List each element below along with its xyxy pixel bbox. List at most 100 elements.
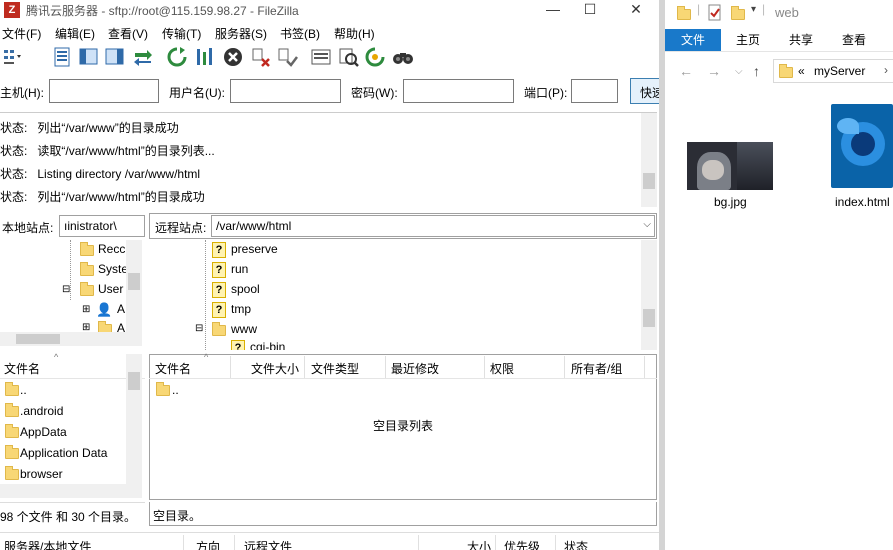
toggle-sync-browsing-icon[interactable] <box>338 46 360 68</box>
menu-edit[interactable]: 编辑(E) <box>55 25 95 42</box>
site-manager-icon[interactable] <box>2 46 24 68</box>
password-input[interactable] <box>403 79 514 103</box>
disconnect-icon[interactable] <box>250 46 272 68</box>
cancel-icon[interactable] <box>222 46 244 68</box>
tree-item[interactable]: cgi-bin <box>250 340 285 350</box>
queue-col-remote-file[interactable]: 远程文件 <box>244 538 292 550</box>
quick-access-dropdown-icon[interactable]: ▾ <box>751 4 756 15</box>
local-tree-hscrollbar[interactable] <box>0 332 142 346</box>
transfer-queue-icon[interactable] <box>132 46 154 68</box>
scrollbar-thumb[interactable] <box>16 334 60 344</box>
recent-locations-icon[interactable]: ⌵ <box>735 66 743 77</box>
file-row[interactable]: AppData <box>20 425 67 439</box>
properties-icon[interactable] <box>707 4 723 22</box>
scrollbar-thumb[interactable] <box>643 309 655 327</box>
address-bar[interactable]: « myServer › <box>773 59 893 83</box>
process-queue-icon[interactable] <box>194 46 216 68</box>
local-directory-tree: Recc Syste ⊟ User ⊞ 👤 A ⊞ A <box>0 240 145 348</box>
scrollbar-thumb[interactable] <box>128 372 140 390</box>
collapse-icon[interactable]: ⊟ <box>62 284 70 295</box>
tab-file[interactable]: 文件 <box>665 29 721 51</box>
file-row[interactable]: .android <box>20 404 63 418</box>
toggle-remote-tree-icon[interactable] <box>104 46 126 68</box>
scrollbar-thumb[interactable] <box>128 273 140 290</box>
remote-site-path[interactable]: /var/www/html ⌵ <box>211 215 655 237</box>
menu-view[interactable]: 查看(V) <box>108 25 148 42</box>
forward-arrow-icon[interactable]: → <box>707 63 721 79</box>
tree-item[interactable]: User <box>98 282 123 296</box>
log-scrollbar[interactable] <box>641 113 657 207</box>
collapse-icon[interactable]: ⊟ <box>195 323 203 334</box>
breadcrumb-myserver[interactable]: myServer <box>814 64 865 78</box>
local-list-scrollbar[interactable] <box>126 354 142 484</box>
log-scrollbar-thumb[interactable] <box>643 173 655 189</box>
file-row[interactable]: browser <box>20 467 63 481</box>
host-input[interactable] <box>49 79 159 103</box>
file-row[interactable]: .. <box>20 383 27 397</box>
chevron-right-icon[interactable]: › <box>884 63 888 77</box>
column-header-filetype[interactable]: 文件类型 <box>311 360 359 377</box>
search-remote-files-icon[interactable] <box>392 46 414 68</box>
file-name[interactable]: index.html <box>835 195 890 209</box>
local-tree-scrollbar[interactable] <box>126 240 142 332</box>
directory-comparison-icon[interactable] <box>364 46 386 68</box>
reconnect-icon[interactable] <box>276 46 298 68</box>
menu-transfer[interactable]: 传输(T) <box>162 25 201 42</box>
file-row[interactable]: Application Data <box>20 446 107 460</box>
close-button[interactable]: ✕ <box>621 0 651 20</box>
username-input[interactable] <box>230 79 341 103</box>
menu-file[interactable]: 文件(F) <box>2 25 41 42</box>
image-thumbnail-icon[interactable] <box>687 142 773 190</box>
breadcrumb-overflow[interactable]: « <box>798 64 805 78</box>
column-header-filesize[interactable]: 文件大小 <box>251 360 299 377</box>
new-folder-icon[interactable] <box>731 6 745 20</box>
queue-col-status[interactable]: 状态 <box>564 538 588 550</box>
column-header-permissions[interactable]: 权限 <box>490 360 514 377</box>
tree-item[interactable]: preserve <box>231 242 278 256</box>
local-site-path[interactable]: ıinistrator\ <box>59 215 145 237</box>
tree-item[interactable]: Recc <box>98 242 125 256</box>
title-separator: | <box>762 2 766 16</box>
column-header-modified[interactable]: 最近修改 <box>391 360 439 377</box>
file-row[interactable]: .. <box>172 383 179 397</box>
menu-server[interactable]: 服务器(S) <box>215 25 267 42</box>
toggle-log-icon[interactable] <box>52 46 74 68</box>
log-line: 状态: 列出“/var/www/html”的目录成功 <box>0 190 205 204</box>
queue-col-size[interactable]: 大小 <box>467 538 491 550</box>
tree-item[interactable]: Syste <box>98 262 128 276</box>
menu-bookmarks[interactable]: 书签(B) <box>280 25 320 42</box>
column-header-filename[interactable]: 文件名 <box>4 360 40 377</box>
expand-icon[interactable]: ⊞ <box>82 304 90 315</box>
chevron-down-icon[interactable]: ⌵ <box>643 219 651 230</box>
minimize-button[interactable]: — <box>538 0 568 20</box>
file-name[interactable]: bg.jpg <box>714 195 747 209</box>
refresh-icon[interactable] <box>166 46 188 68</box>
queue-col-server-local[interactable]: 服务器/本地文件 <box>4 538 91 550</box>
tree-item[interactable]: www <box>231 322 257 336</box>
queue-col-direction[interactable]: 方向 <box>196 538 220 550</box>
maximize-button[interactable]: ☐ <box>575 0 605 20</box>
password-label: 密码(W): <box>351 86 398 100</box>
tree-item[interactable]: tmp <box>231 302 251 316</box>
back-arrow-icon[interactable]: ← <box>679 63 693 79</box>
tab-share[interactable]: 共享 <box>780 29 822 51</box>
tab-home[interactable]: 主页 <box>727 29 769 51</box>
local-list-hscrollbar[interactable] <box>0 484 142 498</box>
up-arrow-icon[interactable]: ↑ <box>753 63 760 79</box>
menu-bar: 文件(F) 编辑(E) 查看(V) 传输(T) 服务器(S) 书签(B) 帮助(… <box>0 23 659 41</box>
port-input[interactable] <box>571 79 618 103</box>
directory-listing-filters-icon[interactable] <box>310 46 332 68</box>
remote-directory-tree: ? preserve ? run ? spool ? tmp ⊟ www ? c… <box>149 240 657 350</box>
tree-item[interactable]: run <box>231 262 248 276</box>
queue-col-priority[interactable]: 优先级 <box>504 538 540 550</box>
quickconnect-button[interactable]: 快速 <box>630 78 659 104</box>
tree-item[interactable]: A <box>117 302 125 316</box>
toggle-local-tree-icon[interactable] <box>78 46 100 68</box>
tab-view[interactable]: 查看 <box>833 29 875 51</box>
firefox-html-icon[interactable] <box>831 104 893 188</box>
menu-help[interactable]: 帮助(H) <box>334 25 375 42</box>
column-header-owner[interactable]: 所有者/组 <box>571 360 622 377</box>
remote-tree-scrollbar[interactable] <box>641 240 657 350</box>
column-header-filename[interactable]: 文件名 <box>155 360 191 377</box>
tree-item[interactable]: spool <box>231 282 260 296</box>
